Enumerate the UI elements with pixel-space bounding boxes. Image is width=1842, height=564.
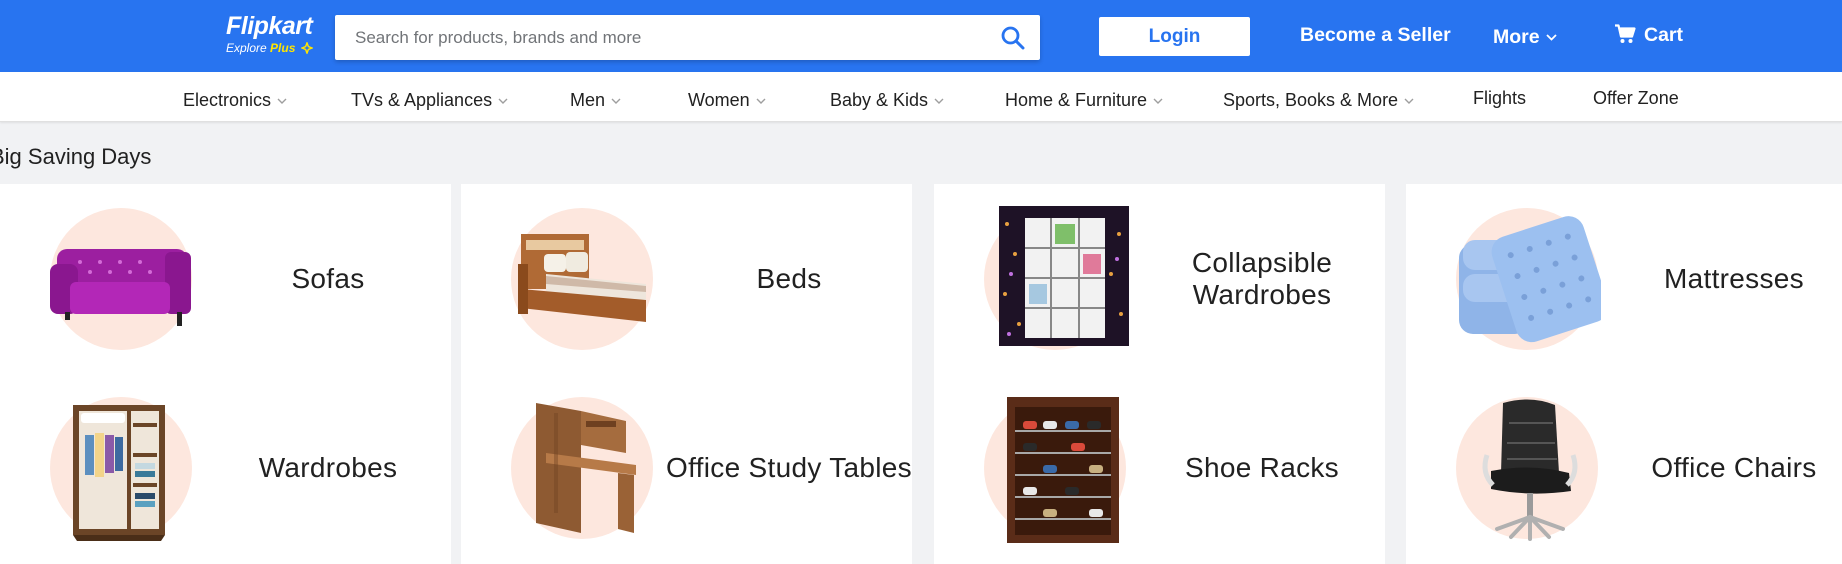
deal-card: Collapsible Wardrobes Shoe Racks	[934, 184, 1385, 564]
tile-label: Collapsible Wardrobes	[1191, 246, 1333, 310]
chevron-down-icon	[934, 88, 944, 109]
more-menu[interactable]: More	[1493, 24, 1557, 49]
collapsible-wardrobe-icon	[999, 206, 1129, 346]
deal-tile-mattresses[interactable]: Mattresses	[1406, 184, 1842, 373]
search-input[interactable]	[335, 15, 975, 60]
chevron-down-icon	[277, 88, 287, 109]
deal-tile-office-study-tables[interactable]: Office Study Tables	[461, 373, 912, 562]
category-tvs-appliances[interactable]: TVs & Appliances	[351, 88, 508, 111]
login-button[interactable]: Login	[1099, 17, 1250, 56]
chevron-down-icon	[1545, 24, 1557, 47]
deal-tile-beds[interactable]: Beds	[461, 184, 912, 373]
tile-label: Shoe Racks	[1185, 451, 1339, 483]
category-men[interactable]: Men	[570, 88, 621, 111]
category-label: Offer Zone	[1593, 88, 1679, 108]
category-label: Men	[570, 90, 606, 110]
cart-button[interactable]: Cart	[1614, 24, 1683, 47]
deal-tile-sofas[interactable]: Sofas	[0, 184, 451, 373]
category-baby-kids[interactable]: Baby & Kids	[830, 88, 944, 111]
sofa-icon	[50, 249, 191, 326]
category-women[interactable]: Women	[688, 88, 766, 111]
category-label: Baby & Kids	[830, 90, 929, 110]
tile-label: Office Study Tables	[666, 451, 912, 483]
category-label: Flights	[1473, 88, 1527, 108]
deal-tile-office-chairs[interactable]: Office Chairs	[1406, 373, 1842, 562]
top-header: Flipkart Explore Plus Login Become a Sel…	[0, 0, 1842, 72]
become-seller-link[interactable]: Become a Seller	[1300, 24, 1451, 47]
logo-tagline: Explore Plus	[226, 40, 326, 57]
category-label: TVs & Appliances	[351, 90, 493, 110]
tile-label: Wardrobes	[258, 451, 398, 483]
category-label: Sports, Books & More	[1223, 90, 1399, 110]
shoe-rack-icon	[1007, 397, 1119, 543]
category-home-furniture[interactable]: Home & Furniture	[1005, 88, 1163, 111]
flipkart-logo[interactable]: Flipkart Explore Plus	[226, 12, 326, 58]
chevron-down-icon	[1153, 88, 1163, 109]
deal-card: Sofas Wardrobes	[0, 184, 451, 564]
study-table-icon	[536, 403, 636, 533]
category-label: Electronics	[183, 90, 272, 110]
category-offer-zone[interactable]: Offer Zone	[1593, 88, 1679, 109]
tile-label: Beds	[756, 262, 822, 294]
cart-icon	[1615, 24, 1636, 43]
logo-wordmark: Flipkart	[226, 12, 313, 40]
tile-label: Office Chairs	[1651, 451, 1817, 483]
deal-tile-shoe-racks[interactable]: Shoe Racks	[934, 373, 1385, 562]
mattress-icon	[1459, 216, 1601, 343]
wardrobe-icon	[73, 405, 165, 541]
cart-label: Cart	[1644, 24, 1684, 46]
tile-label: Mattresses	[1664, 262, 1804, 294]
logo-tagline-explore: Explore	[226, 41, 267, 55]
deal-card: Beds Office Study Tables	[461, 184, 912, 564]
category-sports-books-more[interactable]: Sports, Books & More	[1223, 88, 1414, 111]
deal-tile-wardrobes[interactable]: Wardrobes	[0, 373, 451, 562]
office-chair-icon	[1482, 399, 1578, 541]
category-flights[interactable]: Flights	[1473, 88, 1526, 109]
deal-card: Mattresses Office Chairs	[1406, 184, 1842, 564]
chevron-down-icon	[611, 88, 621, 109]
logo-tagline-plus: Plus	[270, 41, 296, 55]
chevron-down-icon	[756, 88, 766, 109]
category-label: Women	[688, 90, 750, 110]
bed-icon	[518, 234, 646, 322]
category-label: Home & Furniture	[1005, 90, 1148, 110]
chevron-down-icon	[1404, 88, 1414, 109]
search-icon[interactable]	[1000, 25, 1026, 51]
tile-label: Sofas	[291, 262, 365, 294]
section-title: Big Saving Days	[0, 144, 152, 169]
more-label: More	[1493, 26, 1540, 48]
plus-badge-icon	[299, 40, 314, 57]
category-nav: Electronics TVs & Appliances Men Women B…	[0, 72, 1842, 122]
category-electronics[interactable]: Electronics	[183, 88, 287, 111]
deal-tile-collapsible-wardrobes[interactable]: Collapsible Wardrobes	[934, 184, 1385, 373]
chevron-down-icon	[498, 88, 508, 109]
search-bar	[335, 15, 1040, 60]
